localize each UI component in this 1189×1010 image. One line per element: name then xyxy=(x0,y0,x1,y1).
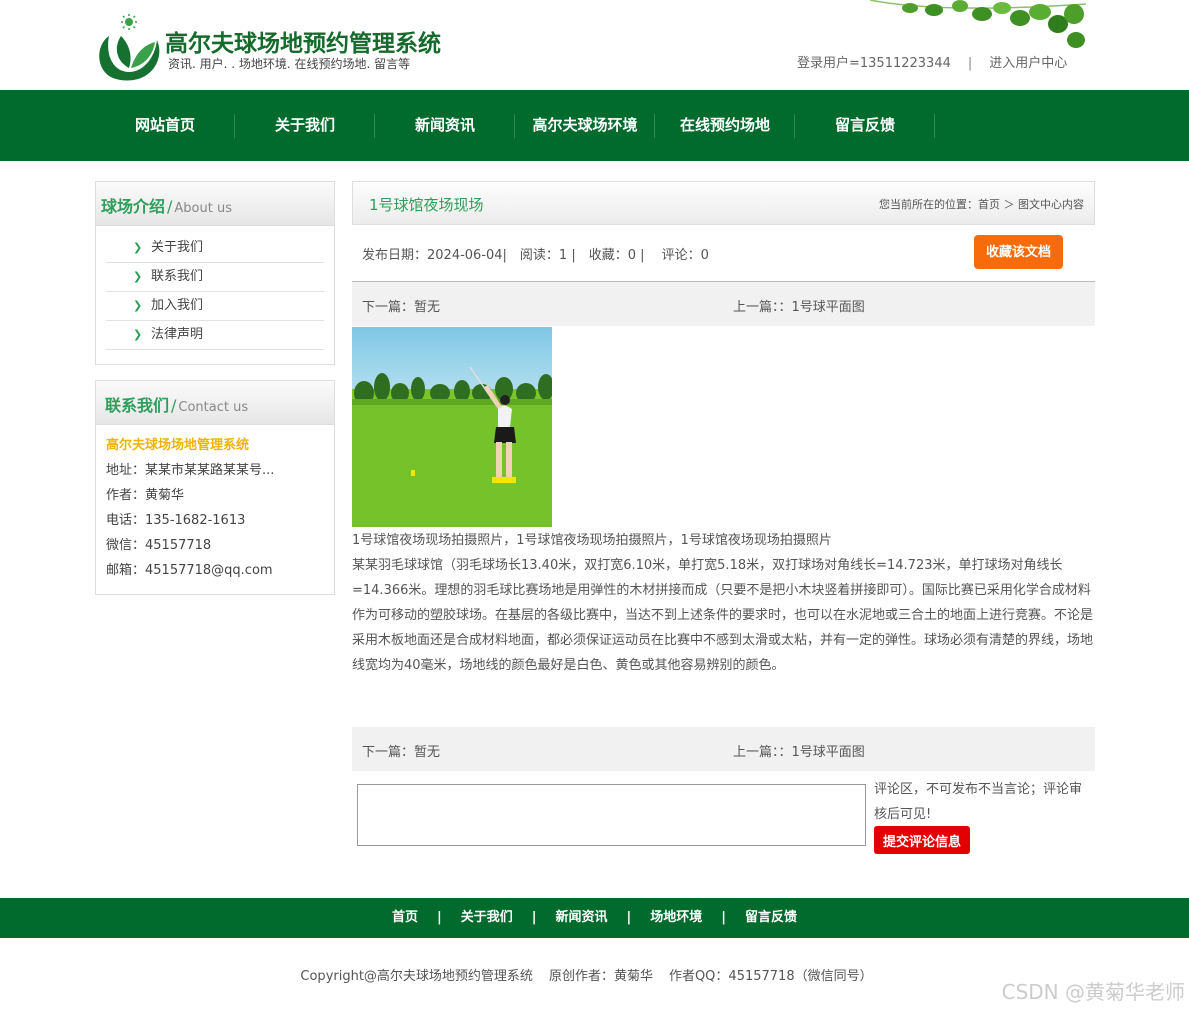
article-title: 1号球馆夜场现场 xyxy=(369,196,484,214)
site-title: 高尔夫球场地预约管理系统 xyxy=(165,31,441,57)
separator: | xyxy=(436,910,442,925)
favorite-button[interactable]: 收藏该文档 xyxy=(974,235,1063,269)
separator: | xyxy=(531,910,537,925)
footer-links: 首页 | 关于我们 | 新闻资讯 | 场地环境 | 留言反馈 xyxy=(0,898,1189,938)
leaves-decoration-icon xyxy=(870,0,1086,48)
about-box-title: 球场介绍 / About us xyxy=(101,197,232,216)
chevron-right-icon: ❯ xyxy=(133,299,143,312)
footer-nav: 首页 | 关于我们 | 新闻资讯 | 场地环境 | 留言反馈 xyxy=(0,898,1189,938)
contact-box-title: 联系我们 / Contact us xyxy=(105,396,249,415)
watermark: CSDN @黄菊华老师 xyxy=(1001,980,1185,1004)
next-article-link[interactable]: 下一篇：暂无 xyxy=(362,741,440,760)
next-article-link[interactable]: 下一篇：暂无 xyxy=(362,296,440,315)
login-user-link[interactable]: 登录用户=13511223344 xyxy=(797,56,951,71)
about-item-legal[interactable]: ❯ 法律声明 xyxy=(106,321,324,350)
logo-icon xyxy=(99,14,160,81)
contact-box: 联系我们 / Contact us 高尔夫球场场地管理系统 地址：某某市某某路某某号… xyxy=(95,380,335,595)
article-meta: 发布日期：2024-06-04| 阅读：1 | 收藏：0 | 评论：0 xyxy=(362,248,709,263)
separator: | xyxy=(626,910,632,925)
breadcrumb: 您当前所在的位置：首页 ＞ 图文中心内容 xyxy=(879,198,1084,211)
article-text: 某某羽毛球球馆（羽毛球场长13.40米，双打宽6.10米，单打宽5.18米，双打… xyxy=(352,558,1094,673)
comment-input[interactable] xyxy=(357,784,866,846)
footer-link-feedback[interactable]: 留言反馈 xyxy=(745,910,797,925)
author-qq: 作者QQ：45157718（微信同号） xyxy=(668,969,873,984)
nav-booking[interactable]: 在线预约场地 xyxy=(655,90,795,161)
contact-wechat: 微信：45157718 xyxy=(106,538,212,553)
article-header: 1号球馆夜场现场 您当前所在的位置：首页 ＞ 图文中心内容 xyxy=(352,181,1095,225)
contact-company: 高尔夫球场场地管理系统 xyxy=(106,438,250,453)
copyright-text: Copyright@高尔夫球场地预约管理系统 xyxy=(300,969,533,984)
footer-link-about[interactable]: 关于我们 xyxy=(461,910,513,925)
about-box-header: 球场介绍 / About us xyxy=(96,182,334,226)
about-item-contact-us[interactable]: ❯ 联系我们 xyxy=(106,263,324,292)
nav-news[interactable]: 新闻资讯 xyxy=(375,90,515,161)
article-photo xyxy=(352,327,552,527)
contact-phone: 电话：135-1682-1613 xyxy=(106,513,246,528)
about-item-join-us[interactable]: ❯ 加入我们 xyxy=(106,292,324,321)
comment-notice: 评论区，不可发布不当言论；评论审核后可见! xyxy=(874,782,1083,822)
about-list: ❯ 关于我们 ❯ 联系我们 ❯ 加入我们 ❯ 法律声明 xyxy=(96,226,334,350)
article-pager-bottom: 下一篇：暂无 上一篇：：1号球平面图 xyxy=(352,727,1095,771)
user-center-link[interactable]: 进入用户中心 xyxy=(989,56,1067,71)
main-nav: 网站首页 关于我们 新闻资讯 高尔夫球场环境 在线预约场地 留言反馈 xyxy=(0,90,1189,161)
nav-home[interactable]: 网站首页 xyxy=(95,90,235,161)
nav-about[interactable]: 关于我们 xyxy=(235,90,375,161)
chevron-right-icon: ❯ xyxy=(133,270,143,283)
nav-divider xyxy=(934,114,935,138)
nav-feedback[interactable]: 留言反馈 xyxy=(795,90,935,161)
contact-info: 高尔夫球场场地管理系统 地址：某某市某某路某某号... 作者：黄菊华 电话：13… xyxy=(96,425,334,593)
footer-link-home[interactable]: 首页 xyxy=(392,910,418,925)
contact-author: 作者：黄菊华 xyxy=(106,488,185,503)
article-body: 1号球馆夜场现场拍摄照片，1号球馆夜场现场拍摄照片，1号球馆夜场现场拍摄照片 某… xyxy=(352,528,1097,678)
user-bar: 登录用户=13511223344 | 进入用户中心 xyxy=(797,52,1067,71)
submit-comment-button[interactable]: 提交评论信息 xyxy=(874,826,970,854)
about-item-about-us[interactable]: ❯ 关于我们 xyxy=(106,234,324,263)
separator: | xyxy=(721,910,727,925)
site-header: 高尔夫球场地预约管理系统 资讯. 用户. . 场地环境. 在线预约场地. 留言等… xyxy=(0,0,1189,90)
article-caption: 1号球馆夜场现场拍摄照片，1号球馆夜场现场拍摄照片，1号球馆夜场现场拍摄照片 xyxy=(352,533,832,548)
about-box: 球场介绍 / About us ❯ 关于我们 ❯ 联系我们 ❯ 加入我们 ❯ 法律声明 xyxy=(95,181,335,365)
original-author: 原创作者：黄菊华 xyxy=(548,969,653,984)
chevron-right-icon: ❯ xyxy=(133,241,143,254)
contact-box-header: 联系我们 / Contact us xyxy=(96,381,334,425)
article-pager-top: 下一篇：暂无 上一篇：：1号球平面图 xyxy=(352,282,1095,326)
separator: | xyxy=(967,56,973,71)
footer-link-news[interactable]: 新闻资讯 xyxy=(555,910,607,925)
footer-link-environment[interactable]: 场地环境 xyxy=(650,910,702,925)
nav-environment[interactable]: 高尔夫球场环境 xyxy=(515,90,655,161)
contact-email: 邮箱：45157718@qq.com xyxy=(106,563,273,578)
prev-article-link[interactable]: 上一篇：：1号球平面图 xyxy=(733,296,865,315)
chevron-right-icon: ❯ xyxy=(133,328,143,341)
prev-article-link[interactable]: 上一篇：：1号球平面图 xyxy=(733,741,865,760)
site-subtitle: 资讯. 用户. . 场地环境. 在线预约场地. 留言等 xyxy=(168,57,411,71)
contact-address: 地址：某某市某某路某某号... xyxy=(106,463,275,478)
